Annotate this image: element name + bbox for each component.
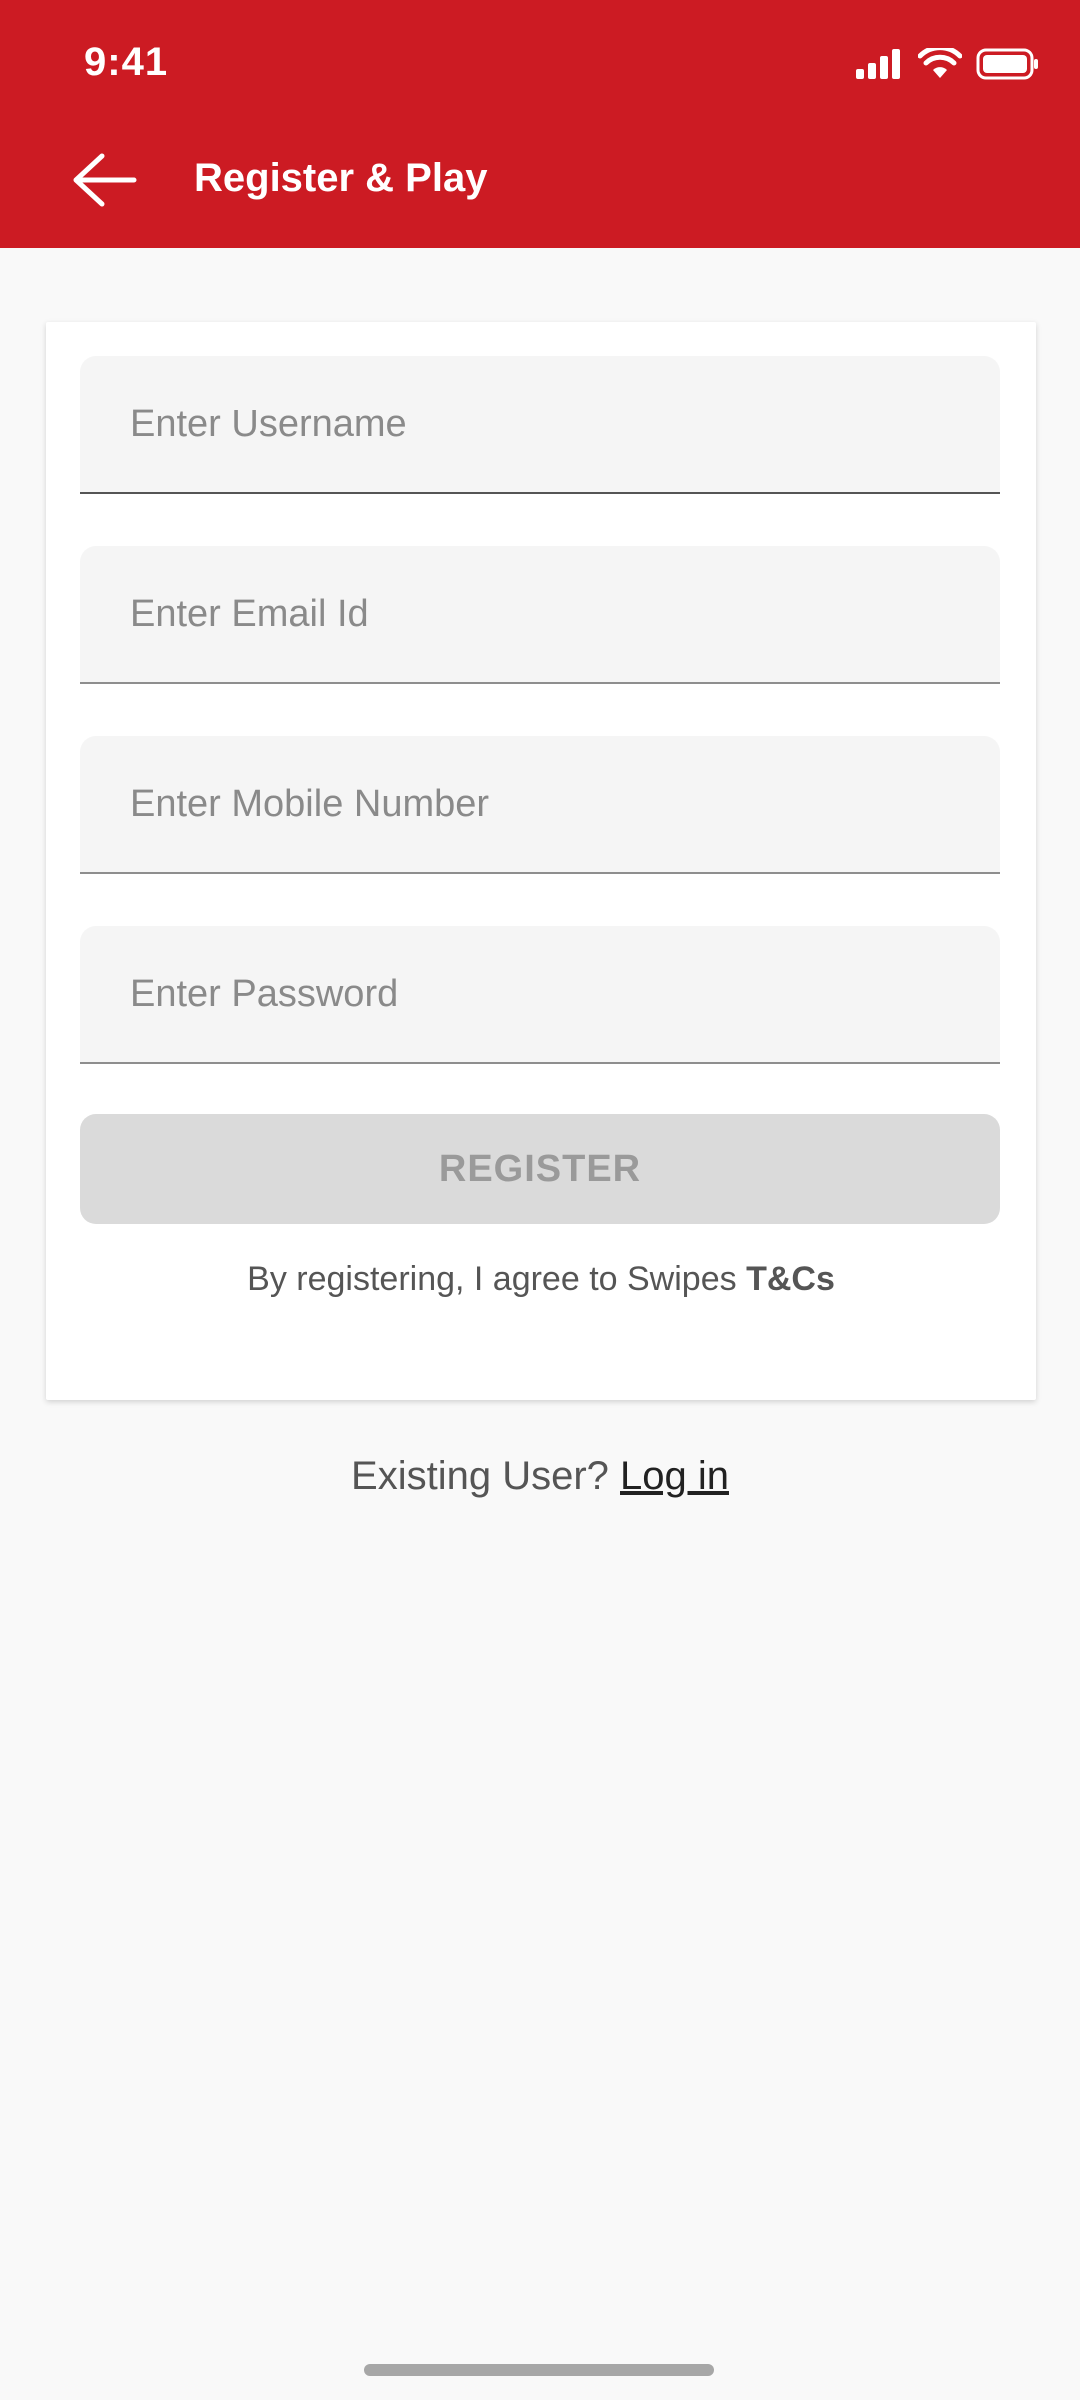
mobile-field[interactable]	[80, 736, 1000, 874]
terms-link[interactable]: T&Cs	[746, 1260, 835, 1298]
username-field[interactable]	[80, 356, 1000, 494]
existing-user-row: Existing User? Log in	[0, 1454, 1080, 1499]
terms-prefix: By registering, I agree to Swipes	[247, 1260, 747, 1298]
register-button[interactable]: REGISTER	[80, 1114, 1000, 1224]
email-input[interactable]	[130, 546, 970, 682]
cellular-signal-icon	[856, 49, 900, 79]
app-header: 9:41 Register & Play	[0, 0, 1080, 248]
wifi-icon	[918, 48, 962, 78]
login-link[interactable]: Log in	[620, 1454, 729, 1498]
back-button[interactable]	[72, 150, 138, 210]
status-time: 9:41	[84, 40, 169, 84]
page-title: Register & Play	[194, 156, 488, 200]
register-form-card: REGISTER By registering, I agree to Swip…	[46, 322, 1036, 1400]
mobile-input[interactable]	[130, 736, 970, 872]
back-arrow-icon	[73, 153, 137, 207]
home-indicator	[364, 2364, 714, 2376]
email-field[interactable]	[80, 546, 1000, 684]
username-input[interactable]	[130, 356, 970, 492]
terms-text: By registering, I agree to Swipes T&Cs	[46, 1260, 1036, 1299]
existing-user-text: Existing User?	[351, 1454, 620, 1498]
password-input[interactable]	[130, 926, 970, 1062]
status-icons	[856, 48, 1040, 80]
password-field[interactable]	[80, 926, 1000, 1064]
battery-icon	[976, 48, 1038, 80]
